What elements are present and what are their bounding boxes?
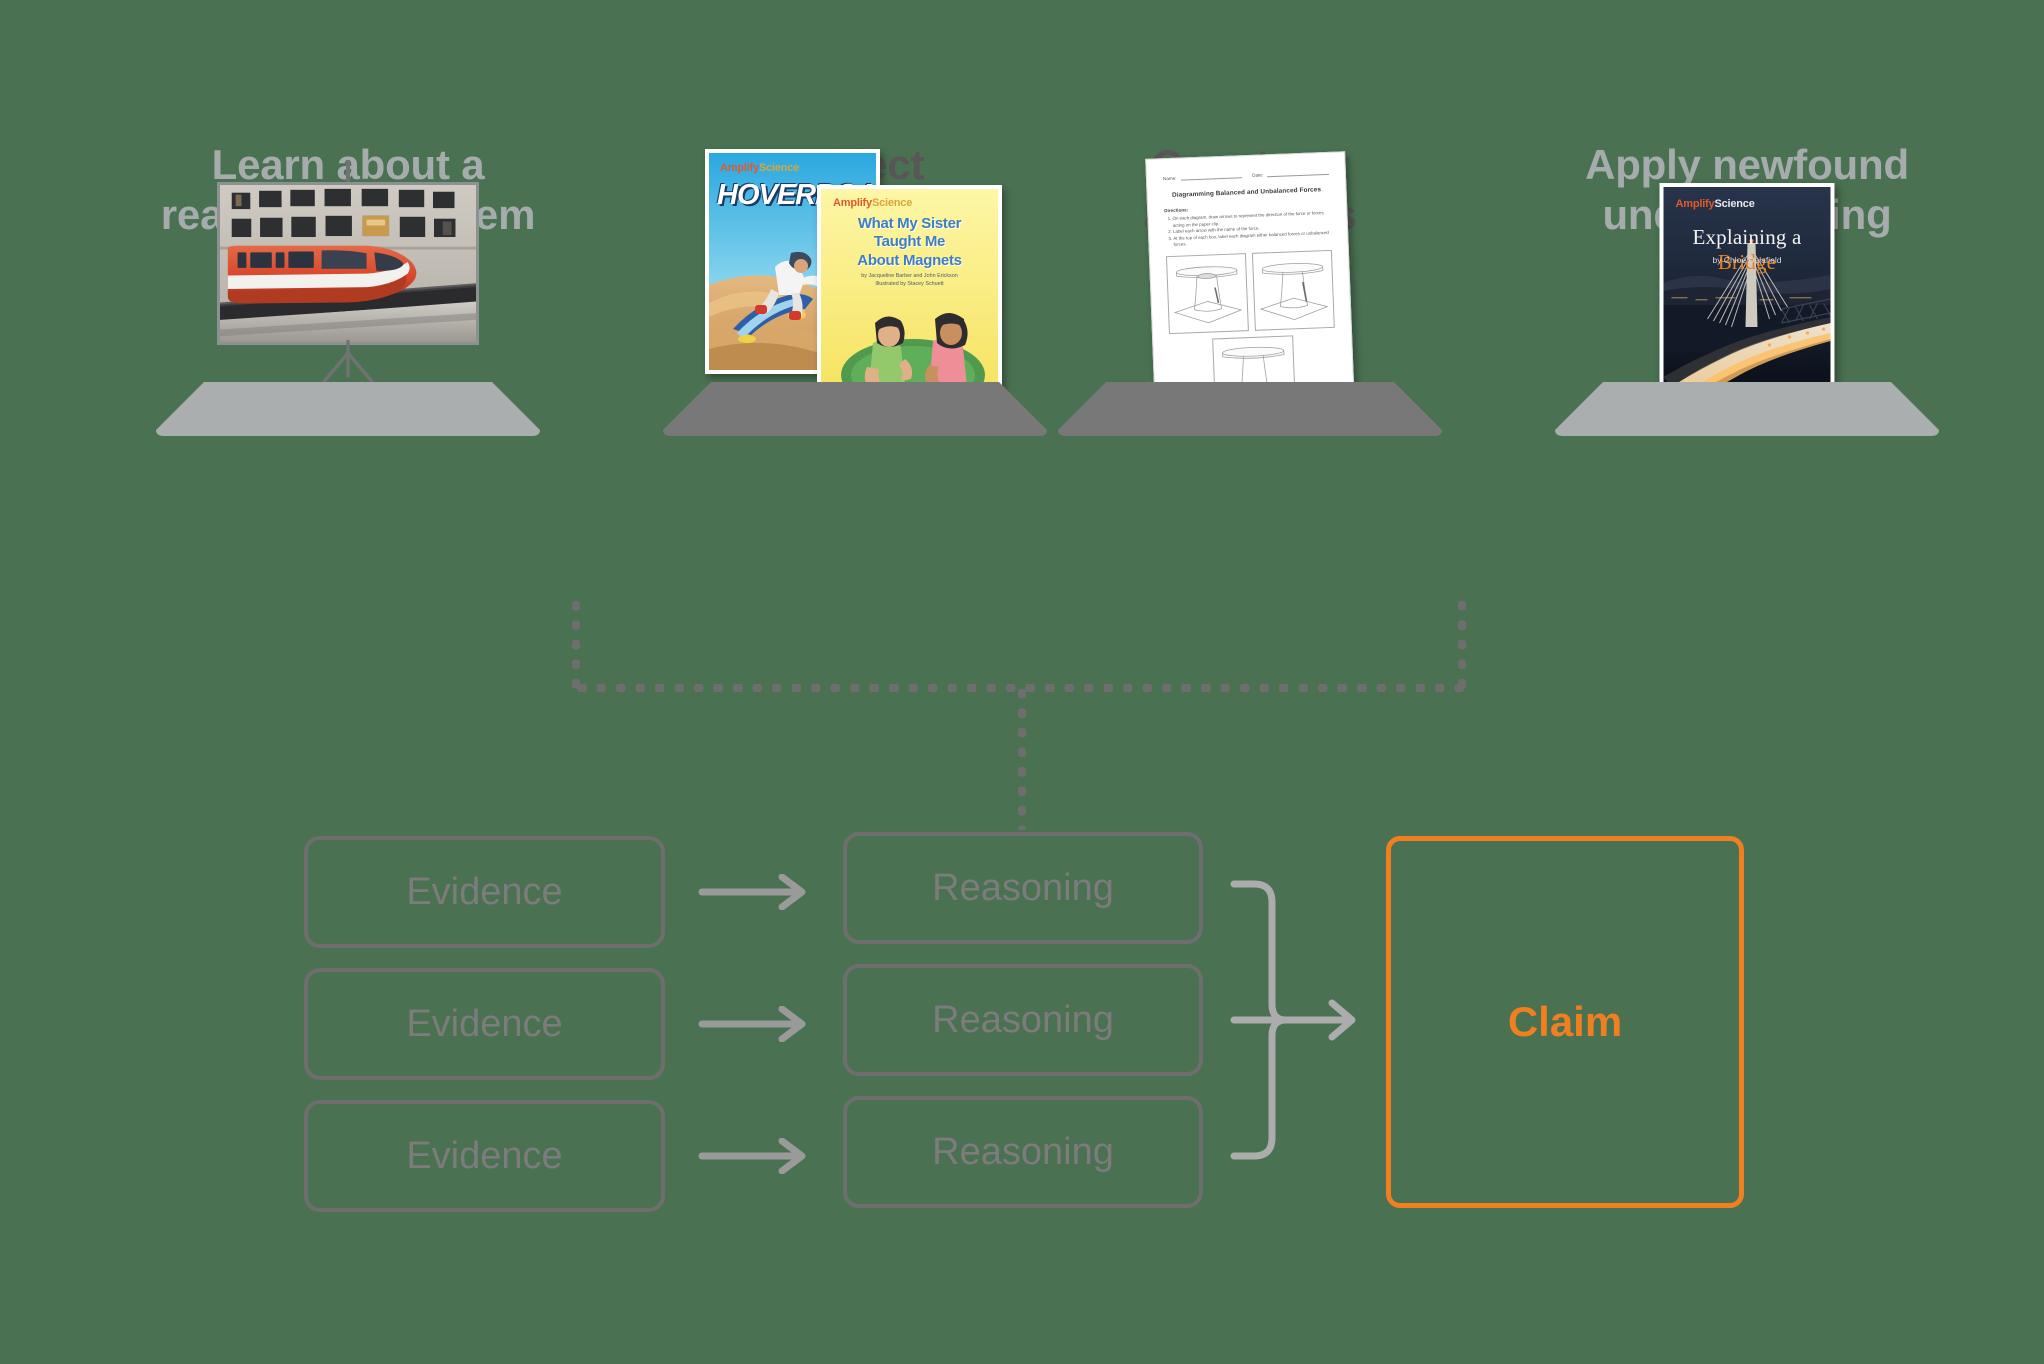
arrow-evidence-2-to-reasoning-2 [698, 1006, 814, 1042]
worksheet-date-label: Date: [1252, 172, 1264, 178]
projector-screen [217, 182, 479, 345]
book-author-magnets: by Jacqueline Barber and John Erickson [861, 273, 958, 279]
pedestal-1 [156, 380, 540, 438]
node-reasoning-2[interactable]: Reasoning [843, 964, 1203, 1076]
book-author-bridge: by Chloé Delafield [1712, 255, 1782, 265]
step-collect: Collect evidence [660, 0, 1050, 560]
brand-amplify-science: AmplifyScience [833, 197, 912, 209]
brand-amplify: Amplify [1675, 198, 1715, 210]
worksheet-diagram-1 [1165, 253, 1249, 335]
node-reasoning-3[interactable]: Reasoning [843, 1096, 1203, 1208]
worksheet: Name: Date: Diagramming Balanced and Unb… [1145, 151, 1355, 412]
worksheet-date-rule [1266, 166, 1329, 178]
node-label: Evidence [406, 870, 563, 913]
node-evidence-1[interactable]: Evidence [304, 836, 665, 948]
worksheet-page: Name: Date: Diagramming Balanced and Unb… [1145, 151, 1355, 412]
node-reasoning-1[interactable]: Reasoning [843, 832, 1203, 944]
node-label: Claim [1507, 998, 1623, 1045]
brand-amplify-science: AmplifyScience [720, 162, 799, 174]
step-learn: Learn about a real-world problem [0, 0, 696, 560]
node-label: Reasoning [932, 998, 1114, 1041]
node-label: Evidence [406, 1002, 563, 1045]
worksheet-directions-list: On each diagram, draw arrows to represen… [1164, 210, 1331, 249]
worksheet-name-label: Name: [1162, 175, 1177, 182]
worksheet-diagram-2 [1251, 249, 1335, 331]
worksheet-name-rule [1180, 170, 1243, 181]
brand-amplify-science: AmplifyScience [1676, 198, 1755, 210]
brand-science: Science [758, 162, 800, 174]
worksheet-name-row: Name: Date: [1162, 166, 1329, 182]
dotted-line-drop-to-diagram [1018, 684, 1026, 830]
step-apply: Apply newfound understanding [1450, 0, 2044, 560]
step-construct: Construct arguments Name: Date: Diagramm… [1055, 0, 1445, 560]
bridge-book: AmplifyScience Explaining a Bridge by Ch… [1659, 183, 1835, 408]
brand-science: Science [1714, 198, 1755, 210]
diagram-canvas: Learn about a real-world problem [0, 0, 2044, 1364]
book-title-bridge-part1: Explaining a [1692, 225, 1802, 249]
arrow-evidence-1-to-reasoning-1 [698, 874, 814, 910]
pedestal-3 [1058, 380, 1442, 438]
book-explaining-a-bridge: AmplifyScience Explaining a Bridge by Ch… [1659, 183, 1835, 408]
dotted-line-right-riser [1458, 596, 1466, 692]
worksheet-title: Diagramming Balanced and Unbalanced Forc… [1171, 186, 1322, 199]
two-student-books: AmplifyScience HOVERBOARD by Jonathan Il… [705, 149, 1005, 414]
node-claim[interactable]: Claim [1386, 836, 1744, 1208]
worksheet-diagram-row [1165, 249, 1335, 335]
arrow-evidence-3-to-reasoning-3 [698, 1138, 814, 1174]
dotted-line-left-riser [572, 596, 580, 692]
book-title-bridge: Explaining a Bridge [1664, 225, 1831, 275]
node-label: Reasoning [932, 866, 1114, 909]
node-evidence-2[interactable]: Evidence [304, 968, 665, 1080]
node-evidence-3[interactable]: Evidence [304, 1100, 665, 1212]
brand-amplify: Amplify [833, 197, 872, 209]
node-label: Evidence [406, 1134, 563, 1177]
pedestal-4 [1555, 380, 1939, 438]
book-illustrator-magnets: Illustrated by Stacey Schuett [875, 281, 944, 287]
brace-reasoning-to-claim [1228, 870, 1388, 1170]
projector-screen-monorail [217, 160, 479, 400]
brand-science: Science [871, 197, 913, 209]
pedestal-2 [663, 380, 1047, 438]
book-title-magnets: What My Sister Taught Me About Magnets [857, 215, 962, 269]
brand-amplify: Amplify [720, 162, 759, 174]
node-label: Reasoning [932, 1130, 1114, 1173]
